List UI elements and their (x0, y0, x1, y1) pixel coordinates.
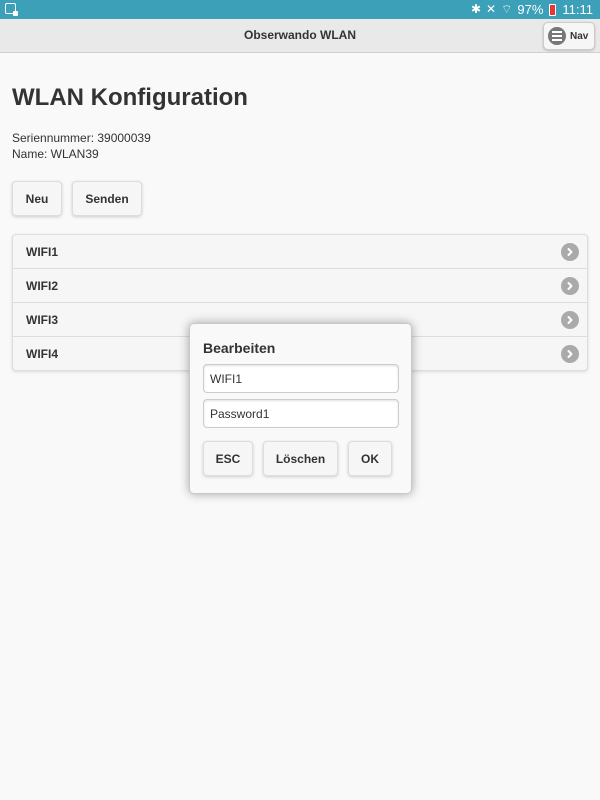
new-button[interactable]: Neu (12, 181, 62, 216)
delete-button[interactable]: Löschen (263, 441, 338, 476)
chevron-right-icon (561, 243, 579, 261)
send-button[interactable]: Senden (72, 181, 142, 216)
edit-dialog: Bearbeiten ESC Löschen OK (189, 323, 412, 494)
bluetooth-icon: ✱ (470, 2, 482, 16)
status-bar: ✱ ✕ ⌔ 97% 11:11 (0, 0, 600, 19)
nav-button-label: Nav (570, 30, 589, 42)
chevron-right-icon (561, 345, 579, 363)
chevron-right-icon (561, 311, 579, 329)
wifi-item-label: WIFI2 (26, 279, 58, 293)
page-title: WLAN Konfiguration (12, 84, 248, 111)
screenshot-notification-icon (5, 3, 18, 16)
esc-button[interactable]: ESC (203, 441, 253, 476)
dialog-title: Bearbeiten (203, 340, 276, 356)
wifi-icon: ⌔ (501, 2, 513, 16)
nav-button[interactable]: Nav (543, 22, 595, 50)
wifi-list-item[interactable]: WIFI1 (13, 235, 587, 269)
chevron-right-icon (561, 277, 579, 295)
ssid-input[interactable] (203, 364, 399, 393)
clock: 11:11 (562, 2, 593, 17)
wifi-list-item[interactable]: WIFI2 (13, 269, 587, 303)
battery-icon (549, 3, 557, 16)
battery-percent: 97% (517, 2, 544, 17)
serial-number: Seriennummer: 39000039 (12, 131, 151, 145)
wifi-item-label: WIFI4 (26, 347, 58, 361)
device-name: Name: WLAN39 (12, 147, 99, 161)
wifi-item-label: WIFI1 (26, 245, 58, 259)
ok-button[interactable]: OK (348, 441, 392, 476)
app-title: Obserwando WLAN (243, 28, 356, 42)
password-input[interactable] (203, 399, 399, 428)
menu-icon (548, 27, 566, 45)
app-header: Obserwando WLAN Nav (0, 19, 600, 53)
mute-icon: ✕ (486, 2, 497, 16)
wifi-item-label: WIFI3 (26, 313, 58, 327)
status-indicators: ✱ ✕ ⌔ 97% 11:11 (471, 1, 593, 18)
